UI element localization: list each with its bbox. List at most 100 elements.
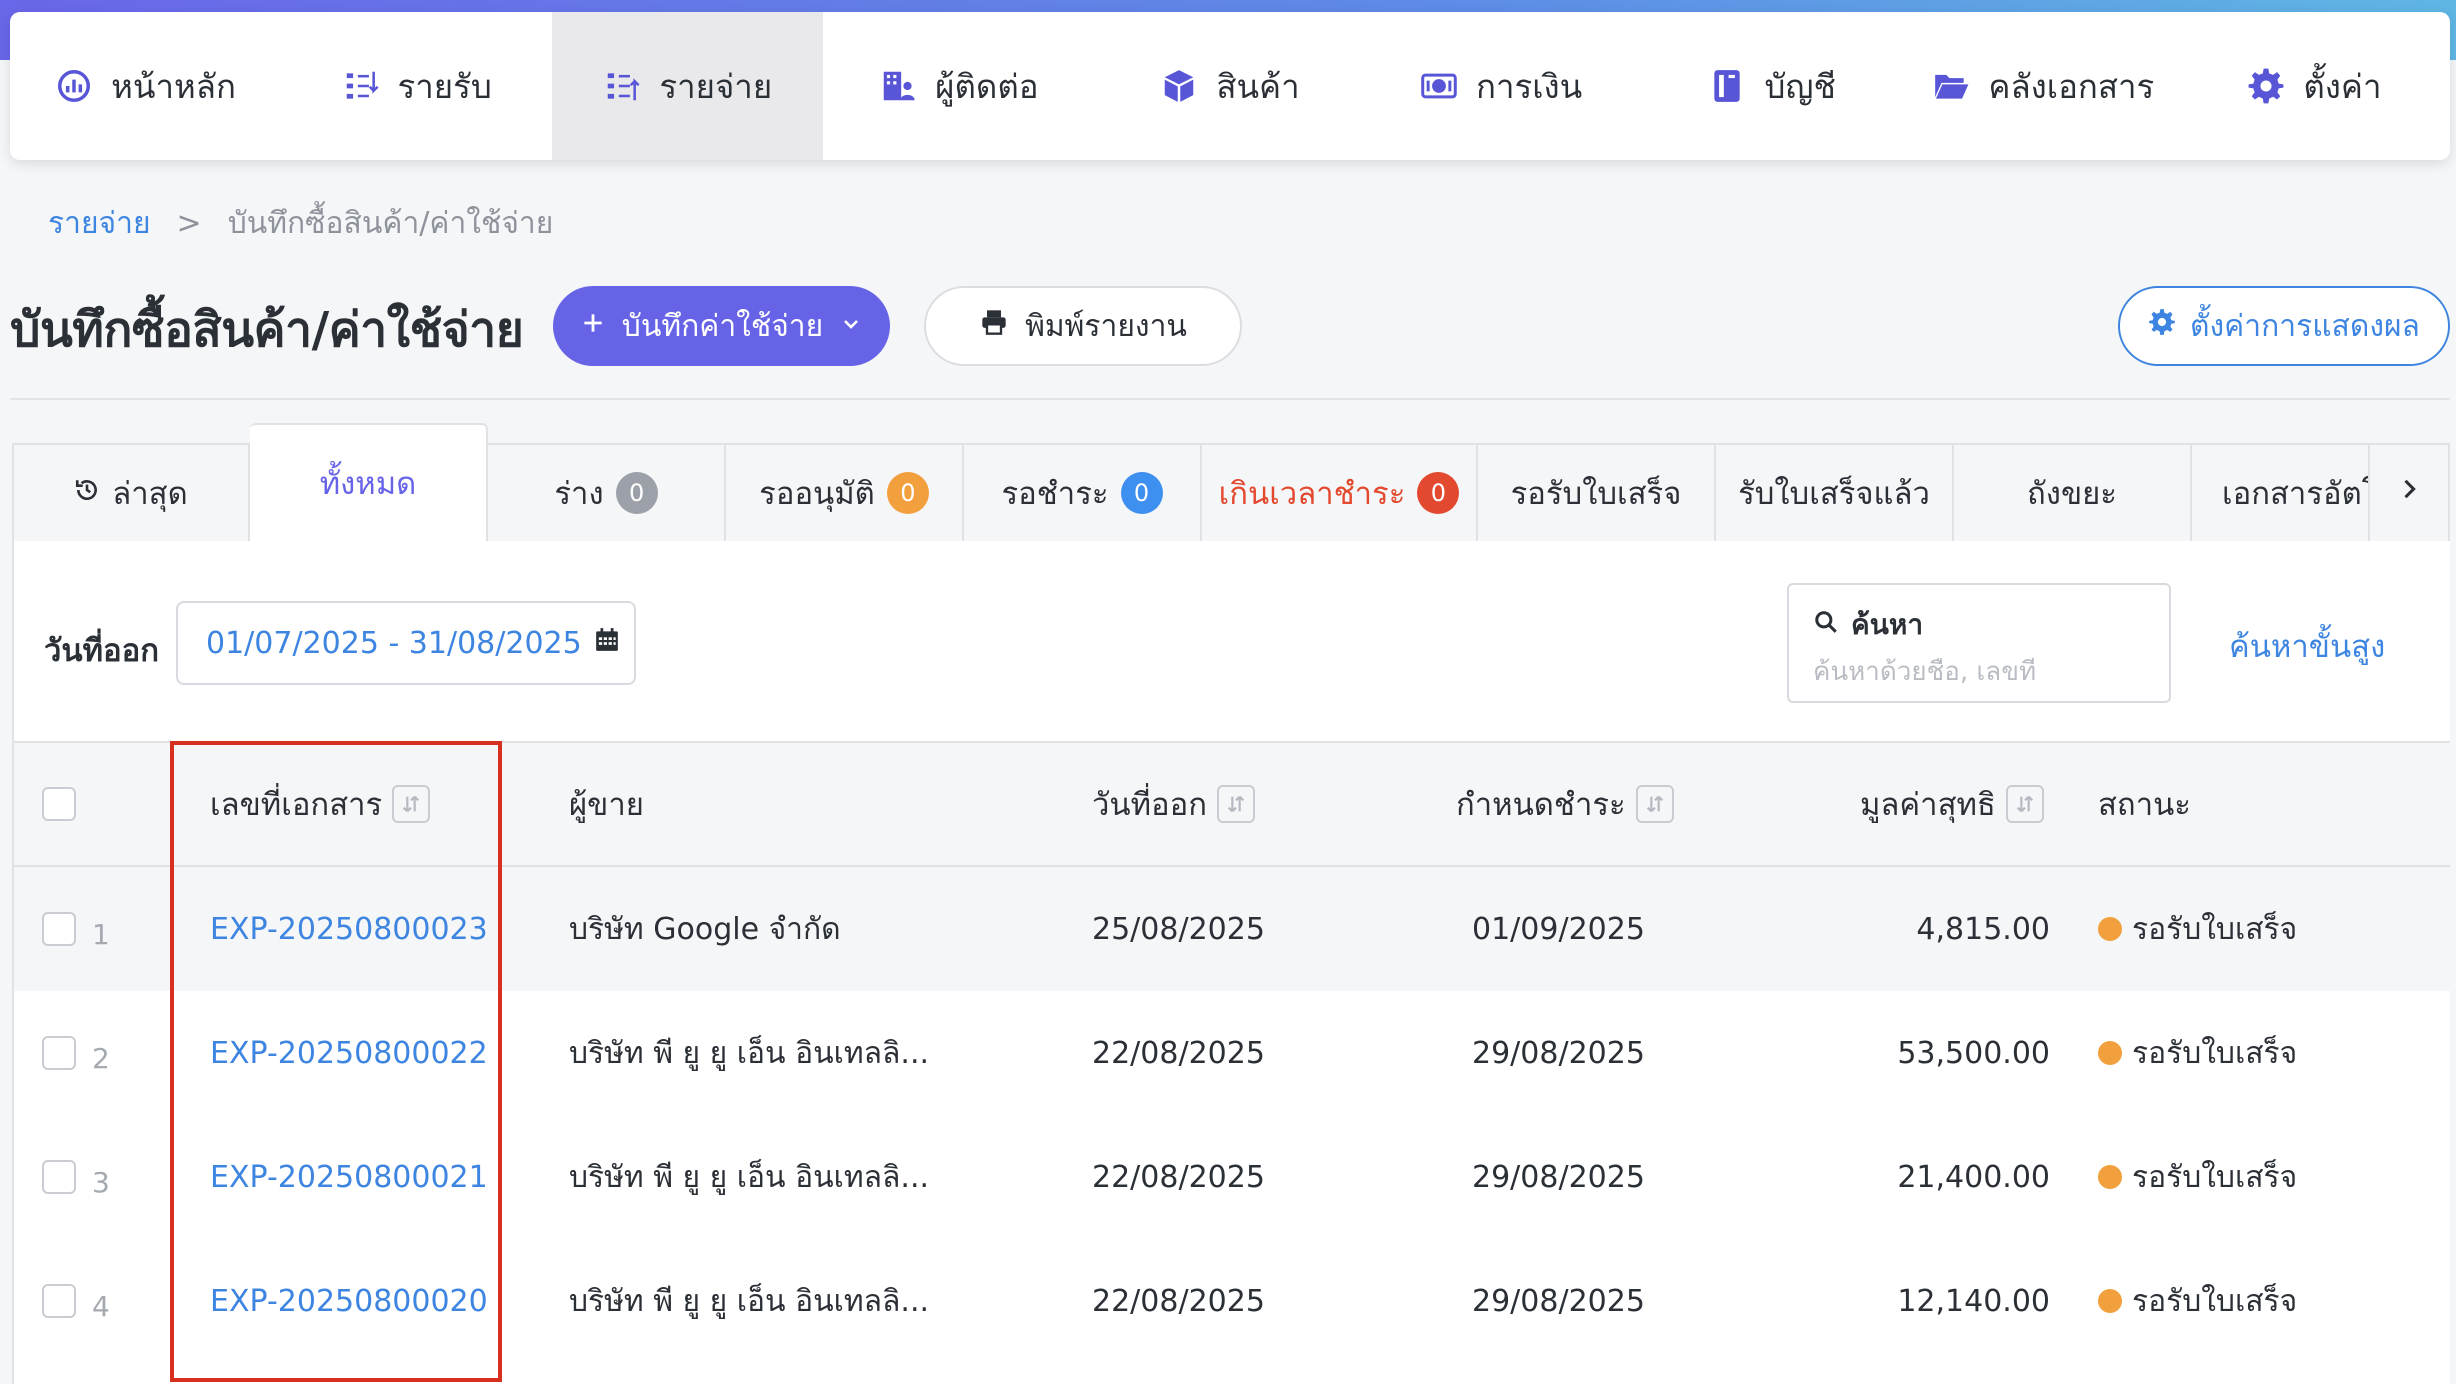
tab-label: เอกสารอัตโเ — [2222, 476, 2368, 512]
nav-item-accounting[interactable]: บัญชี — [1637, 12, 1908, 160]
count-badge: 0 — [1120, 472, 1163, 514]
row-select-cell: 4 — [42, 1239, 110, 1363]
column-label: กำหนดชำระ — [1456, 787, 1626, 823]
due-date: 29/08/2025 — [1472, 1283, 1645, 1319]
nav-item-products[interactable]: สินค้า — [1094, 12, 1365, 160]
breadcrumb-separator: > — [176, 206, 202, 241]
vendor-name: บริษัท พี ยู ยู เอ็น อินเทลลิ... — [569, 1035, 930, 1071]
tab-draft[interactable]: ร่าง 0 — [488, 443, 726, 543]
row-checkbox[interactable] — [42, 912, 76, 946]
tab-awaiting-approval[interactable]: รออนุมัติ 0 — [726, 443, 964, 543]
row-checkbox[interactable] — [42, 1036, 76, 1070]
tab-awaiting-payment[interactable]: รอชำระ 0 — [964, 443, 1202, 543]
tab-auto-documents[interactable]: เอกสารอัตโเ — [2192, 443, 2370, 543]
tab-label: ทั้งหมด — [319, 466, 417, 502]
net-value: 12,140.00 — [1897, 1283, 2050, 1319]
row-select-cell: 2 — [42, 991, 110, 1115]
net-value: 21,400.00 — [1897, 1159, 2050, 1195]
add-expense-button[interactable]: บันทึกค่าใช้จ่าย — [553, 286, 890, 366]
status-badge: รอรับใบเสร็จ — [2098, 867, 2297, 991]
display-settings-label: ตั้งค่าการแสดงผล — [2190, 308, 2420, 344]
nav-item-expense[interactable]: รายจ่าย — [552, 12, 824, 160]
issue-date: 22/08/2025 — [1092, 1035, 1265, 1071]
sort-icon[interactable] — [1217, 785, 1256, 823]
breadcrumb-link-expense[interactable]: รายจ่าย — [48, 200, 151, 247]
plus-icon — [580, 309, 606, 344]
dashboard-icon — [55, 67, 93, 105]
gear-icon — [2247, 67, 2285, 105]
nav-label: รายรับ — [397, 66, 492, 106]
column-header-net-value: มูลค่าสุทธิ — [1860, 743, 2044, 865]
nav-item-contacts[interactable]: ผู้ติดต่อ — [823, 12, 1094, 160]
tab-label: ถังขยะ — [2027, 476, 2117, 512]
nav-item-documents[interactable]: คลังเอกสาร — [1908, 12, 2179, 160]
print-report-button[interactable]: พิมพ์รายงาน — [924, 286, 1242, 366]
sort-icon[interactable] — [392, 785, 431, 823]
column-label: มูลค่าสุทธิ — [1860, 787, 1996, 823]
tab-awaiting-receipt[interactable]: รอรับใบเสร็จ — [1478, 443, 1716, 543]
count-badge: 0 — [615, 472, 658, 514]
vendor-name: บริษัท Google จำกัด — [569, 911, 841, 947]
search-icon — [1813, 609, 1839, 642]
nav-item-dashboard[interactable]: หน้าหลัก — [10, 12, 281, 160]
status-tabs: ล่าสุด ทั้งหมด ร่าง 0 รออนุมัติ 0 รอชำระ… — [12, 423, 2450, 543]
count-badge: 0 — [886, 472, 929, 514]
issue-date: 22/08/2025 — [1092, 1283, 1265, 1319]
nav-item-income[interactable]: รายรับ — [281, 12, 552, 160]
row-checkbox[interactable] — [42, 1160, 76, 1194]
column-label: วันที่ออก — [1092, 787, 1208, 823]
nav-label: ตั้งค่า — [2303, 66, 2382, 106]
print-report-label: พิมพ์รายงาน — [1025, 308, 1187, 344]
tab-all[interactable]: ทั้งหมด — [250, 423, 488, 543]
column-header-issue-date: วันที่ออก — [1092, 743, 1256, 865]
table-row[interactable]: 1 EXP-20250800023 บริษัท Google จำกัด 25… — [14, 867, 2450, 991]
count-badge: 0 — [1417, 472, 1460, 514]
add-expense-label: บันทึกค่าใช้จ่าย — [621, 308, 824, 344]
nav-label: คลังเอกสาร — [1988, 66, 2155, 106]
status-dot-icon — [2098, 1165, 2122, 1189]
issue-date: 22/08/2025 — [1092, 1159, 1265, 1195]
column-label: สถานะ — [2098, 787, 2191, 823]
status-label: รอรับใบเสร็จ — [2132, 1035, 2298, 1071]
vendor-name: บริษัท พี ยู ยู เอ็น อินเทลลิ... — [569, 1159, 930, 1195]
tabs-scroll-right-button[interactable] — [2370, 443, 2450, 543]
tab-trash[interactable]: ถังขยะ — [1954, 443, 2192, 543]
search-input[interactable] — [1813, 657, 2145, 687]
doc-number-link[interactable]: EXP-20250800022 — [210, 991, 488, 1115]
nav-item-finance[interactable]: การเงิน — [1366, 12, 1637, 160]
net-value: 53,500.00 — [1897, 1035, 2050, 1071]
nav-label: รายจ่าย — [659, 66, 773, 106]
row-checkbox[interactable] — [42, 1284, 76, 1318]
sort-icon[interactable] — [1635, 785, 1674, 823]
doc-number-link[interactable]: EXP-20250800020 — [210, 1239, 488, 1363]
nav-label: การเงิน — [1476, 66, 1583, 106]
main-navigation: หน้าหลัก รายรับ รายจ่าย ผู้ติดต่อ สินค้า… — [10, 12, 2450, 160]
select-all-checkbox[interactable] — [42, 787, 76, 821]
search-box: ค้นหา — [1787, 583, 2171, 703]
vendor-name: บริษัท พี ยู ยู เอ็น อินเทลลิ... — [569, 1283, 930, 1319]
tab-label: รอชำระ — [1001, 476, 1109, 512]
due-date: 29/08/2025 — [1472, 1159, 1645, 1195]
table-row[interactable]: 3 EXP-20250800021 บริษัท พี ยู ยู เอ็น อ… — [14, 1115, 2450, 1239]
tab-receipt-received[interactable]: รับใบเสร็จแล้ว — [1716, 443, 1954, 543]
column-header-doc-no: เลขที่เอกสาร — [210, 743, 431, 865]
sort-icon[interactable] — [2005, 785, 2044, 823]
tab-overdue[interactable]: เกินเวลาชำระ 0 — [1202, 443, 1478, 543]
ledger-icon — [1708, 67, 1746, 105]
advanced-search-link[interactable]: ค้นหาขั้นสูง — [2229, 621, 2385, 671]
expense-table: เลขที่เอกสาร ผู้ขาย วันที่ออก กำหนดชำระ … — [14, 741, 2450, 1363]
nav-item-settings[interactable]: ตั้งค่า — [2179, 12, 2450, 160]
doc-number-link[interactable]: EXP-20250800023 — [210, 867, 488, 991]
tab-label: รับใบเสร็จแล้ว — [1738, 476, 1930, 512]
table-row[interactable]: 4 EXP-20250800020 บริษัท พี ยู ยู เอ็น อ… — [14, 1239, 2450, 1363]
gear-icon — [2148, 308, 2176, 344]
doc-number-link[interactable]: EXP-20250800021 — [210, 1115, 488, 1239]
money-icon — [1420, 67, 1458, 105]
row-number: 2 — [92, 1041, 110, 1075]
display-settings-button[interactable]: ตั้งค่าการแสดงผล — [2118, 286, 2450, 366]
tab-latest[interactable]: ล่าสุด — [12, 443, 250, 543]
row-number: 4 — [92, 1289, 110, 1323]
date-range-picker[interactable]: 01/07/2025 - 31/08/2025 — [176, 601, 636, 685]
row-select-cell: 1 — [42, 867, 110, 991]
table-row[interactable]: 2 EXP-20250800022 บริษัท พี ยู ยู เอ็น อ… — [14, 991, 2450, 1115]
